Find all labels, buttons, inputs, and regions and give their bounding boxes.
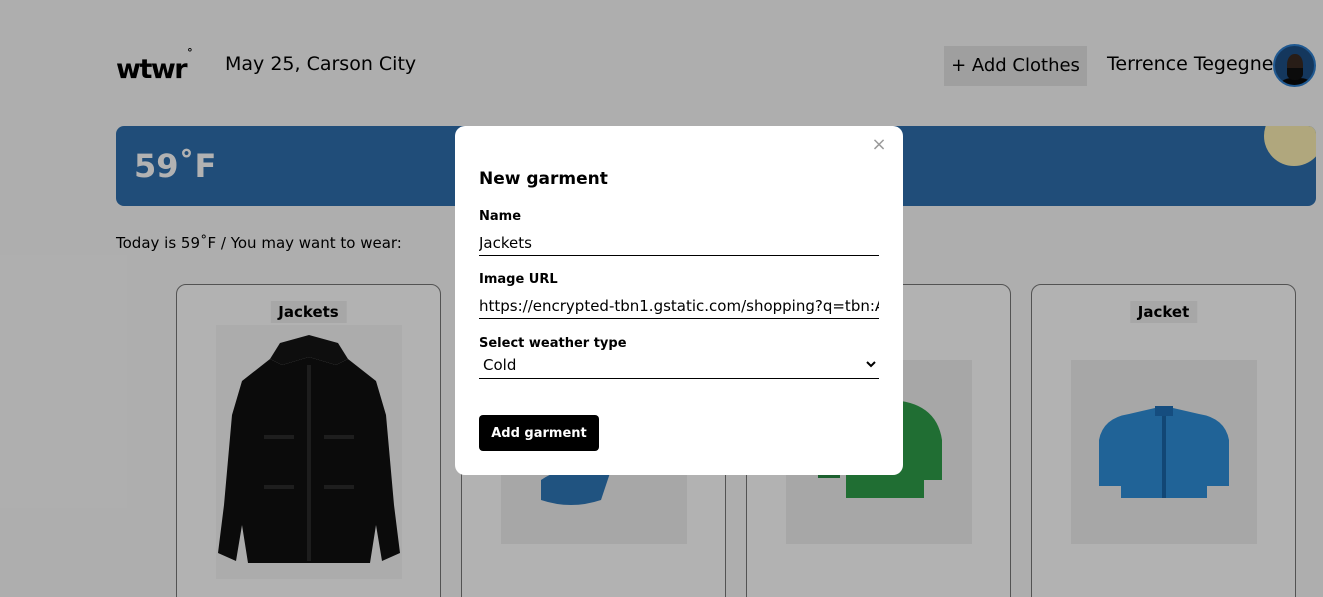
modal-title: New garment bbox=[479, 169, 608, 189]
name-input[interactable] bbox=[479, 230, 879, 256]
weather-type-select[interactable]: Cold bbox=[479, 353, 879, 379]
chevron-down-icon bbox=[866, 361, 876, 368]
weather-type-value: Cold bbox=[483, 356, 517, 374]
weather-type-label: Select weather type bbox=[479, 336, 627, 351]
image-url-input[interactable] bbox=[479, 293, 879, 319]
add-garment-button[interactable]: Add garment bbox=[479, 415, 599, 451]
image-url-label: Image URL bbox=[479, 272, 558, 287]
name-label: Name bbox=[479, 209, 522, 224]
new-garment-modal: × New garment Name Image URL Select weat… bbox=[455, 126, 903, 475]
close-icon[interactable]: × bbox=[869, 135, 889, 155]
